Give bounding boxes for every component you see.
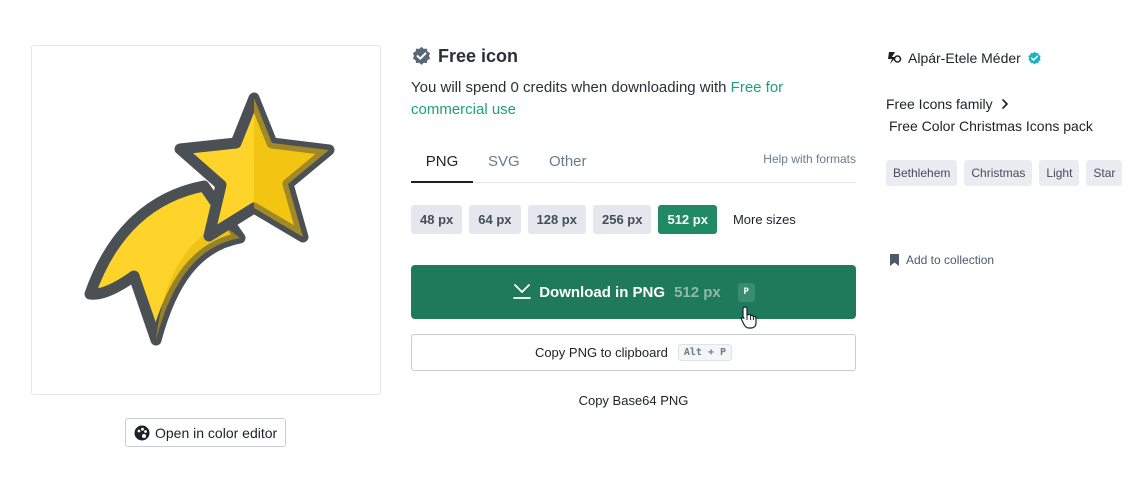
download-size: 512 px (674, 283, 721, 301)
size-option-256[interactable]: 256 px (592, 205, 652, 234)
size-option-48[interactable]: 48 px (411, 205, 463, 234)
icon-preview (31, 45, 381, 395)
download-label: Download in PNG (539, 283, 666, 301)
hand-pointer-cursor-icon (740, 306, 757, 329)
download-button[interactable]: Download in PNG 512 px P (411, 265, 856, 319)
tag-christmas[interactable]: Christmas (964, 160, 1033, 186)
open-color-editor-button[interactable]: Open in color editor (125, 418, 286, 447)
download-shortcut-badge: P (737, 282, 755, 302)
credits-notice: You will spend 0 credits when downloadin… (411, 77, 831, 121)
shooting-star-icon (84, 92, 335, 346)
color-editor-label: Open in color editor (155, 424, 278, 441)
tab-svg[interactable]: SVG (488, 148, 520, 183)
format-tabs: PNG SVG Other Help with formats (411, 148, 856, 183)
tab-png[interactable]: PNG (411, 148, 473, 183)
tab-other[interactable]: Other (549, 148, 587, 183)
size-option-512[interactable]: 512 px (658, 205, 717, 234)
download-icon (513, 284, 532, 299)
copy-shortcut-badge: Alt + P (677, 344, 733, 361)
page-title: Free icon (438, 46, 519, 66)
tag-light[interactable]: Light (1039, 160, 1080, 186)
size-option-64[interactable]: 64 px (469, 205, 521, 234)
help-with-formats-link[interactable]: Help with formats (763, 152, 856, 166)
chevron-right-icon (1001, 99, 1008, 109)
tag-star[interactable]: Star (1086, 160, 1123, 186)
title-row: Free icon (411, 46, 518, 67)
add-to-collection-button[interactable]: Add to collection (889, 253, 994, 267)
more-sizes-link[interactable]: More sizes (733, 212, 796, 227)
size-option-128[interactable]: 128 px (527, 205, 586, 234)
copy-base64-button[interactable]: Copy Base64 PNG (411, 393, 856, 408)
copy-to-clipboard-button[interactable]: Copy PNG to clipboard Alt + P (411, 334, 856, 371)
author-name: Alpár-Etele Méder (908, 50, 1021, 66)
credits-text: You will spend 0 credits when downloadin… (411, 79, 731, 96)
icon-family-link[interactable]: Free Icons family (886, 96, 1009, 112)
tag-list: Bethlehem Christmas Light Star (886, 160, 1136, 186)
author-link[interactable]: Alpár-Etele Méder (886, 50, 1042, 66)
size-options: 48 px 64 px 128 px 256 px 512 px More si… (411, 205, 796, 234)
add-collection-label: Add to collection (906, 253, 995, 267)
bookmark-icon (890, 254, 899, 266)
family-label: Free Icons family (886, 96, 993, 112)
icon-pack-link[interactable]: Free Color Christmas Icons pack (889, 118, 1093, 134)
palette-icon (134, 425, 150, 440)
verified-badge-icon (412, 46, 431, 65)
verified-author-icon (1028, 51, 1041, 64)
tag-bethlehem[interactable]: Bethlehem (886, 160, 958, 186)
author-logo-icon (888, 52, 902, 64)
copy-clipboard-label: Copy PNG to clipboard (534, 345, 668, 360)
